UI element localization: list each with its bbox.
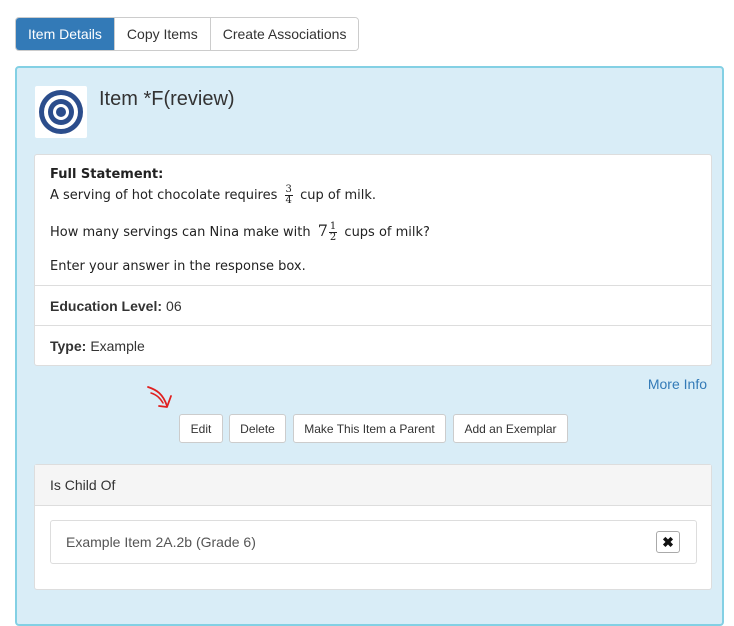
type-row: Type: Example [35,326,711,366]
make-parent-button[interactable]: Make This Item a Parent [293,414,446,443]
hand-drawn-arrow-annotation [147,386,172,408]
tab-create-associations[interactable]: Create Associations [209,18,359,50]
statement-line-3: Enter your answer in the response box. [50,259,306,274]
statement-line-2-text: How many servings can Nina make with [50,225,311,240]
item-info-box: Full Statement: A serving of hot chocola… [34,154,712,366]
type-value: Example [90,338,145,354]
parent-item: Example Item 2A.2b (Grade 6) ✖ [50,520,697,564]
parent-item-label[interactable]: Example Item 2A.2b (Grade 6) [66,534,256,550]
target-icon [35,86,87,138]
close-icon: ✖ [662,533,674,550]
fraction-denominator: 4 [285,195,292,206]
add-exemplar-button[interactable]: Add an Exemplar [453,414,568,443]
item-details-panel: Item *F(review) Full Statement: A servin… [15,66,724,626]
is-child-of-heading: Is Child Of [35,465,711,506]
type-label: Type: [50,338,87,354]
statement-line-1-end: cup of milk. [300,188,377,203]
statement-line-2-end: cups of milk? [344,225,430,240]
tab-item-details[interactable]: Item Details [16,18,114,50]
fraction-three-quarters: 3 4 [284,185,293,206]
more-info-link[interactable]: More Info [648,376,707,392]
education-level-value: 06 [166,297,182,314]
tab-copy-items[interactable]: Copy Items [113,18,210,50]
remove-association-button[interactable]: ✖ [656,531,680,553]
statement-line-1-text: A serving of hot chocolate requires [50,188,278,203]
statement-line-2: How many servings can Nina make with 7 1… [50,221,430,243]
item-title: Item *F(review) [99,88,235,110]
full-statement-label: Full Statement: [50,167,164,182]
fraction-denominator: 2 [329,232,337,243]
is-child-of-panel: Is Child Of Example Item 2A.2b (Grade 6)… [34,464,712,590]
full-statement: Full Statement: A serving of hot chocola… [35,155,711,286]
tab-bar: Item Details Copy Items Create Associati… [15,17,360,51]
education-level-label: Education Level: [50,297,163,314]
fraction-one-half: 1 2 [328,222,338,243]
education-level-row: Education Level: 06 [35,286,711,326]
edit-button[interactable]: Edit [179,414,223,443]
mixed-number-whole: 7 [317,221,328,240]
delete-button[interactable]: Delete [229,414,286,443]
statement-line-1: A serving of hot chocolate requires 3 4 … [50,185,376,206]
